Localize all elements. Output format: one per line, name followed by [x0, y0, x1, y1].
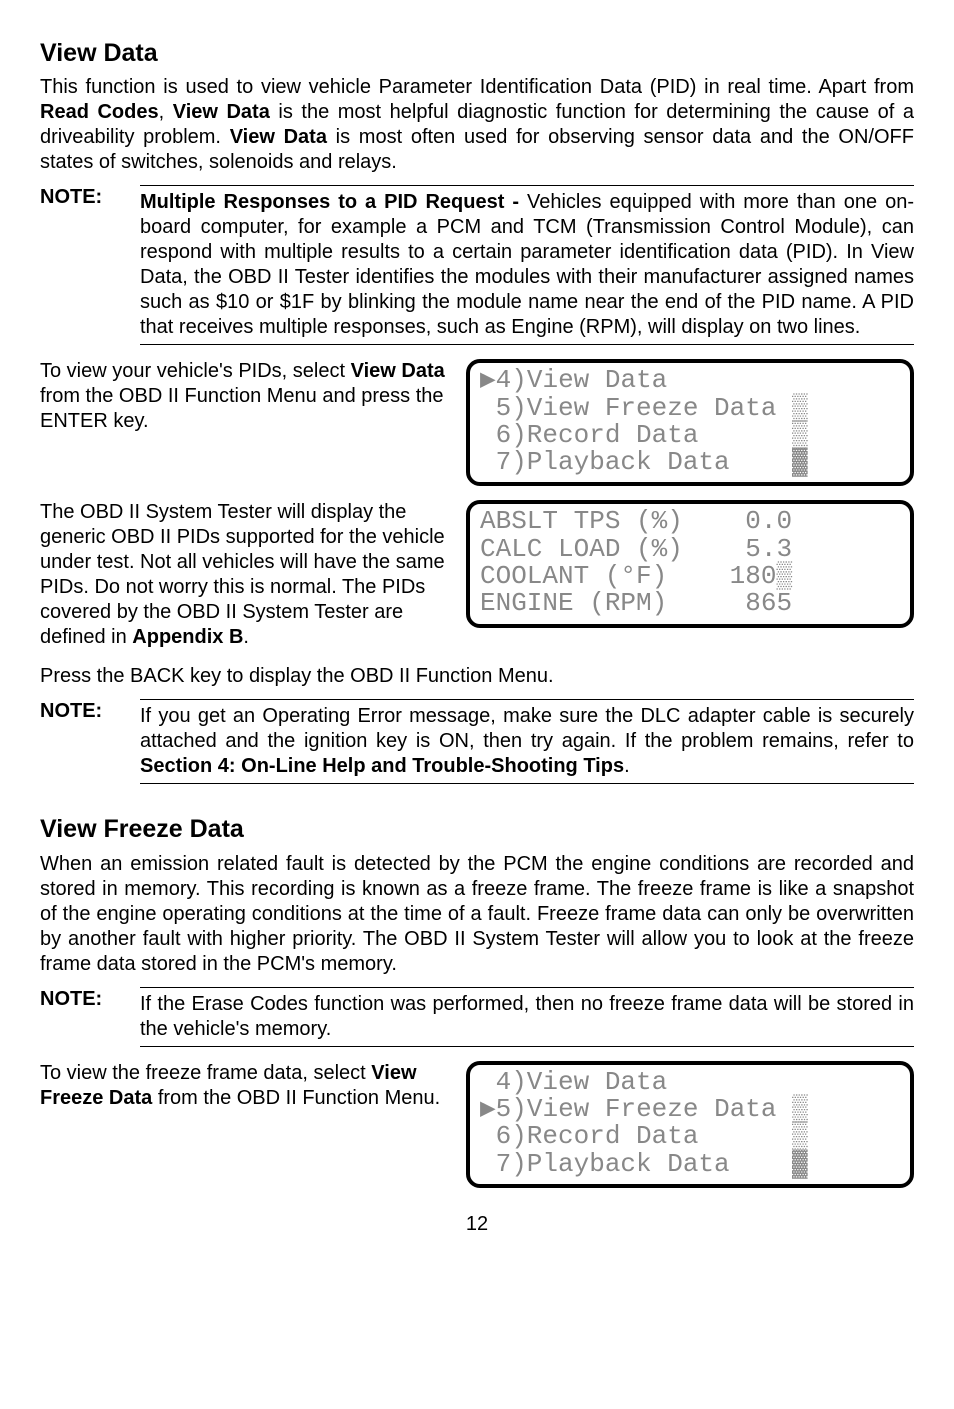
note-multiple-responses: NOTE: Multiple Responses to a PID Reques… [40, 185, 914, 345]
text-bold: Appendix B [132, 626, 243, 648]
lcd-line: ▶5)View Freeze Data ▒ [480, 1094, 808, 1124]
text: , [159, 101, 173, 123]
section-heading-view-data: View Data [40, 38, 914, 69]
paragraph-press-back: Press the BACK key to display the OBD II… [40, 664, 914, 689]
lcd-line: ENGINE (RPM) 865 [480, 588, 792, 618]
lcd-line: CALC LOAD (%) 5.3 [480, 534, 792, 564]
text-bold: Read Codes [40, 101, 159, 123]
text: . [243, 626, 249, 648]
lcd-line: 4)View Data [480, 1067, 667, 1097]
page-number: 12 [40, 1212, 914, 1237]
note-body: Multiple Responses to a PID Request - Ve… [140, 185, 914, 345]
section-heading-view-freeze-data: View Freeze Data [40, 814, 914, 845]
lcd-line: 5)View Freeze Data ▒ [480, 393, 808, 423]
text-bold: View Data [230, 126, 327, 148]
lcd-line: ▶4)View Data [480, 365, 667, 395]
text: To view your vehicle's PIDs, select [40, 360, 351, 382]
lcd-line: 6)Record Data ▒ [480, 420, 808, 450]
text: from the OBD II Function Menu. [152, 1087, 440, 1109]
note-label: NOTE: [40, 987, 140, 1047]
note-body: If the Erase Codes function was performe… [140, 987, 914, 1047]
lcd-line: COOLANT (°F) 180▒ [480, 561, 792, 591]
paragraph-generic-pids: The OBD II System Tester will display th… [40, 500, 448, 650]
paragraph-select-freeze: To view the freeze frame data, select Vi… [40, 1061, 448, 1111]
note-text: . [624, 755, 630, 777]
note-body: If you get an Operating Error message, m… [140, 699, 914, 784]
view-data-intro: This function is used to view vehicle Pa… [40, 75, 914, 175]
lcd-line: 6)Record Data ▒ [480, 1121, 808, 1151]
text-bold: View Data [351, 360, 445, 382]
paragraph-select-view-data: To view your vehicle's PIDs, select View… [40, 359, 448, 434]
freeze-intro: When an emission related fault is detect… [40, 852, 914, 977]
lcd-line: ABSLT TPS (%) 0.0 [480, 506, 792, 536]
text: from the OBD II Function Menu and press … [40, 385, 444, 432]
lcd-line: 7)Playback Data ▓ [480, 1149, 808, 1179]
lcd-line: 7)Playback Data ▓ [480, 447, 808, 477]
lcd-pid-list: ABSLT TPS (%) 0.0 CALC LOAD (%) 5.3 COOL… [466, 500, 914, 627]
text: To view the freeze frame data, select [40, 1062, 371, 1084]
note-operating-error: NOTE: If you get an Operating Error mess… [40, 699, 914, 784]
note-title: Multiple Responses to a PID Request - [140, 191, 527, 213]
note-text: If you get an Operating Error message, m… [140, 705, 914, 752]
lcd-menu-view-data: ▶4)View Data 5)View Freeze Data ▒ 6)Reco… [466, 359, 914, 486]
note-text: Vehicles equipped with more than one on-… [140, 191, 914, 338]
note-erase-codes: NOTE: If the Erase Codes function was pe… [40, 987, 914, 1047]
text-bold: View Data [173, 101, 270, 123]
text-bold: Section 4: On-Line Help and Trouble-Shoo… [140, 755, 624, 777]
note-label: NOTE: [40, 185, 140, 345]
text: This function is used to view vehicle Pa… [40, 76, 914, 98]
lcd-menu-freeze: 4)View Data ▶5)View Freeze Data ▒ 6)Reco… [466, 1061, 914, 1188]
note-label: NOTE: [40, 699, 140, 784]
